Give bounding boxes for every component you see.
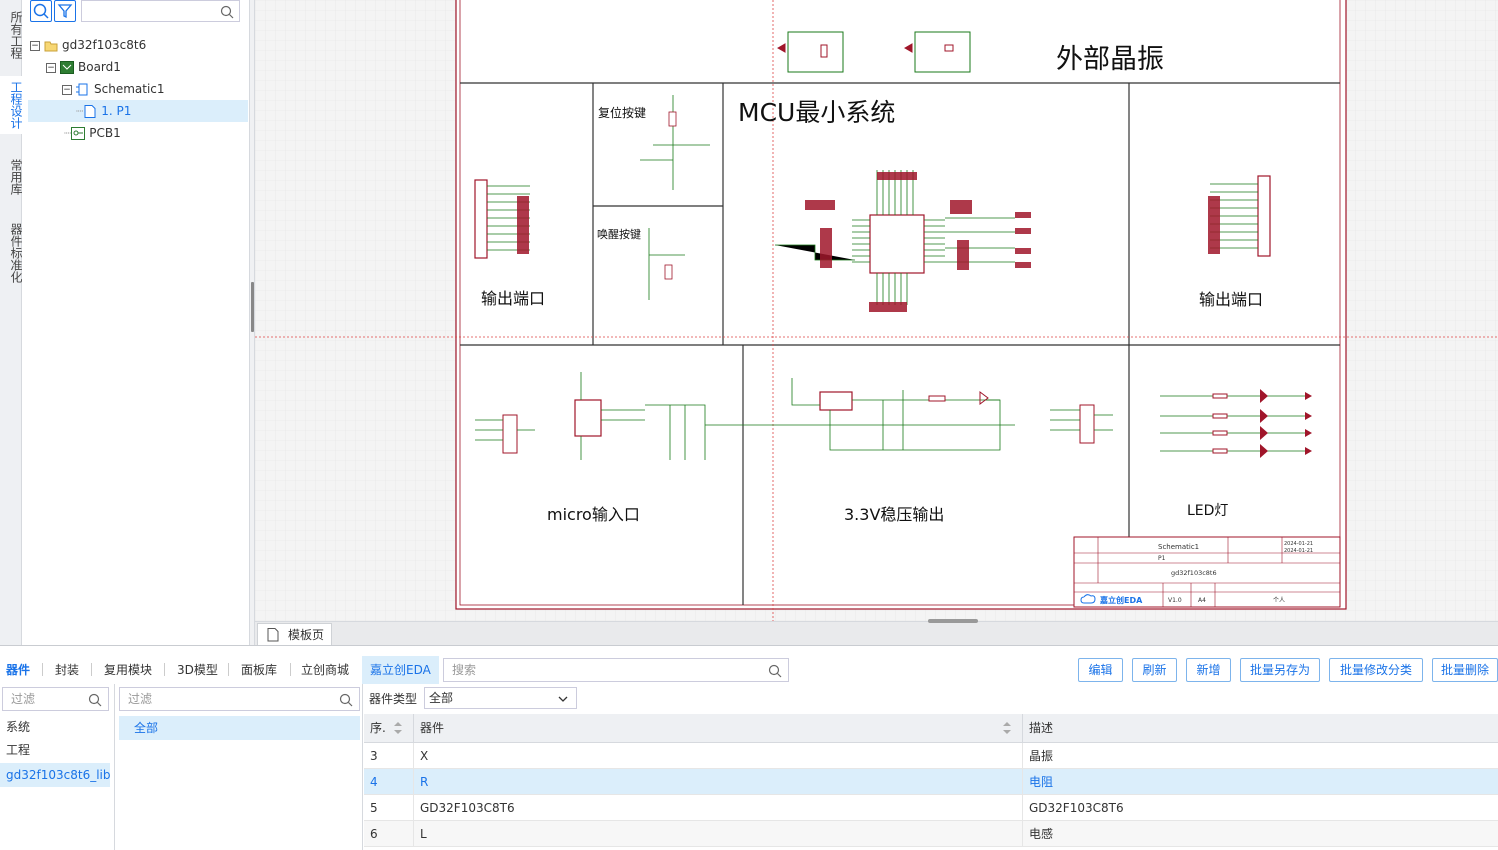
block-title-led: LED灯 [1187, 503, 1228, 519]
tab-device-standardization[interactable]: 器件标准化 [0, 218, 23, 288]
row-index: 4 [364, 769, 414, 795]
left-vertical-tabbar: 所有工程 工程设计 常用库 器件标准化 [0, 0, 23, 645]
title-project: gd32f103c8t6 [1171, 569, 1217, 577]
tree-item-pcb[interactable]: ┈ PCB1 [64, 122, 121, 144]
tab-panel-library[interactable]: 面板库 [241, 656, 277, 684]
tab-3d-models[interactable]: 3D模型 [177, 656, 218, 684]
batch-save-as-button[interactable]: 批量另存为 [1240, 658, 1320, 682]
block-title-wakeup: 唤醒按键 [597, 227, 641, 241]
title-size: A4 [1198, 597, 1206, 604]
title-block: Schematic1 P1 gd32f103c8t6 2024-01-21 20… [1073, 536, 1341, 608]
tab-footprints[interactable]: 封装 [55, 656, 79, 684]
category-filter-input[interactable]: 过滤 [119, 687, 360, 711]
table-row[interactable]: 3 X 晶振 [364, 743, 1498, 769]
title-owner: 个人 [1273, 597, 1285, 604]
tree-item-page-p1[interactable]: ┈ 1. P1 [28, 100, 248, 122]
tab-reuse-modules[interactable]: 复用模块 [104, 656, 152, 684]
title-date-created: 2024-01-21 [1284, 548, 1313, 554]
library-item-system[interactable]: 系统 [0, 715, 110, 739]
table-row[interactable]: 5 GD32F103C8T6 GD32F103C8T6 [364, 795, 1498, 821]
search-button[interactable] [30, 0, 52, 22]
tab-common-library[interactable]: 常用库 [0, 154, 23, 200]
block-title-output-right: 输出端口 [1199, 290, 1263, 309]
add-button[interactable]: 新增 [1186, 658, 1231, 682]
row-description: 电感 [1029, 827, 1054, 841]
project-panel: − gd32f103c8t6 − Board1 − Schematic1 ┈ 1. P1… [22, 0, 250, 645]
tree-item-schematic[interactable]: − Schematic1 [62, 78, 165, 100]
row-description: 电阻 [1029, 775, 1054, 789]
row-device-name: R [414, 769, 1023, 795]
column-header-description[interactable]: 描述 [1023, 714, 1498, 743]
column-header-device[interactable]: 器件 [414, 714, 1023, 743]
tab-devices[interactable]: 器件 [6, 656, 30, 684]
block-title-ldo: 3.3V稳压输出 [844, 505, 944, 524]
tree-item-board[interactable]: − Board1 [46, 56, 121, 78]
search-icon [33, 3, 49, 19]
row-device-name: X [414, 743, 1023, 769]
chevron-down-icon [558, 696, 568, 702]
collapse-icon[interactable]: − [62, 84, 72, 95]
block-title-output-left: 输出端口 [481, 289, 545, 308]
tab-lceda[interactable]: 嘉立创EDA [362, 656, 439, 684]
sort-icon[interactable] [1002, 721, 1012, 735]
table-row[interactable]: 6 L 电感 [364, 821, 1498, 847]
block-title-micro-input: micro输入口 [547, 505, 640, 524]
edit-button[interactable]: 编辑 [1078, 658, 1123, 682]
block-title-mcu: MCU最小系统 [738, 98, 895, 127]
library-panel: 器件 封装 复用模块 3D模型 面板库 立创商城 嘉立创EDA 搜索 编辑 刷新… [0, 645, 1498, 850]
title-date-updated: 2024-01-21 [1284, 541, 1313, 547]
block-title-crystal: 外部晶振 [1056, 44, 1164, 75]
row-description: 晶振 [1029, 749, 1054, 763]
title-sheet-name: Schematic1 [1158, 543, 1199, 551]
block-title-reset: 复位按键 [598, 105, 646, 120]
device-type-label: 器件类型 [369, 692, 418, 706]
search-icon [88, 693, 102, 707]
row-description: GD32F103C8T6 [1029, 801, 1124, 815]
project-search-input[interactable] [81, 0, 240, 22]
row-device-name: GD32F103C8T6 [414, 795, 1023, 821]
title-version: V1.0 [1168, 597, 1182, 604]
tree-item-project[interactable]: − gd32f103c8t6 [30, 34, 146, 56]
schematic-drawing: 外部晶振 MCU最小系统 复位按键 唤醒按键 输出端口 输出端口 micro输入… [255, 0, 1498, 621]
category-item-all[interactable]: 全部 [119, 716, 360, 740]
search-icon [339, 693, 353, 707]
page-tab-bar: 模板页 [255, 619, 1498, 646]
tab-template-page[interactable]: 模板页 [257, 623, 332, 646]
library-filter-input[interactable]: 过滤 [2, 687, 109, 711]
tab-project-design[interactable]: 工程设计 [0, 76, 23, 134]
library-search-input[interactable]: 搜索 [443, 658, 789, 682]
device-type-select[interactable]: 全部 [424, 687, 577, 709]
table-row[interactable]: 4 R 电阻 [364, 769, 1498, 795]
tab-lcsc-mall[interactable]: 立创商城 [301, 656, 349, 684]
pcb-icon [71, 127, 86, 140]
folder-icon [44, 41, 58, 52]
batch-modify-category-button[interactable]: 批量修改分类 [1329, 658, 1423, 682]
sort-icon[interactable] [393, 721, 403, 735]
tab-all-projects[interactable]: 所有工程 [0, 6, 23, 64]
batch-delete-button[interactable]: 批量删除 [1432, 658, 1498, 682]
title-logo: 嘉立创EDA [1099, 595, 1143, 605]
row-device-name: L [414, 821, 1023, 847]
library-item-project[interactable]: 工程 [0, 738, 110, 762]
bottom-panel-resize-handle[interactable] [928, 619, 978, 623]
title-page-name: P1 [1158, 555, 1166, 562]
splitter-handle[interactable] [251, 282, 254, 332]
search-icon [220, 5, 234, 19]
filter-button[interactable] [54, 0, 76, 22]
filter-icon [57, 4, 73, 19]
search-icon [768, 664, 782, 678]
collapse-icon[interactable]: − [46, 62, 56, 73]
board-icon [60, 61, 74, 74]
row-index: 3 [364, 743, 414, 769]
schematic-canvas[interactable]: 外部晶振 MCU最小系统 复位按键 唤醒按键 输出端口 输出端口 micro输入… [255, 0, 1498, 621]
page-icon [267, 628, 279, 642]
refresh-button[interactable]: 刷新 [1132, 658, 1177, 682]
schematic-icon [76, 83, 88, 96]
row-index: 6 [364, 821, 414, 847]
row-index: 5 [364, 795, 414, 821]
page-icon [84, 105, 96, 118]
column-header-index[interactable]: 序. [364, 714, 414, 743]
library-item-gd32-lib[interactable]: gd32f103c8t6_lib [0, 763, 111, 787]
collapse-icon[interactable]: − [30, 40, 40, 51]
